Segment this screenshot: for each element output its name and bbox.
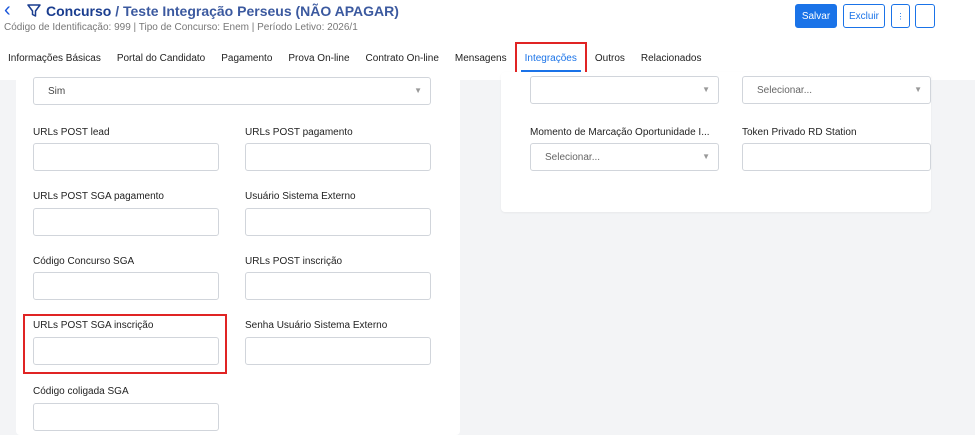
urls-post-lead-label: URLs POST lead [33, 127, 110, 138]
codigo-concurso-sga-label: Código Concurso SGA [33, 256, 135, 267]
urls-post-sga-pagamento-label: URLs POST SGA pagamento [33, 191, 164, 202]
page-subtitle: Código de Identificação: 999 | Tipo de C… [4, 22, 358, 33]
page-header: ‹ Concurso / Teste Integração Perseus (N… [0, 0, 975, 80]
momento-marcacao-label: Momento de Marcação Oportunidade I... [530, 127, 710, 138]
codigo-concurso-sga-input[interactable] [33, 272, 219, 300]
urls-post-inscricao-label: URLs POST inscrição [245, 256, 343, 267]
chevron-down-icon: ▼ [702, 85, 710, 94]
filter-icon [27, 4, 41, 17]
more-options-button[interactable]: ⋮ [891, 4, 910, 28]
urls-post-lead-input[interactable] [33, 143, 219, 171]
chevron-down-icon: ▼ [914, 85, 922, 94]
tab-portal-do-candidato[interactable]: Portal do Candidato [109, 44, 213, 74]
codigo-coligada-sga-label: Código coligada SGA [33, 386, 129, 397]
page-title-record: / Teste Integração Perseus (NÃO APAGAR) [111, 3, 399, 19]
extra-action-button[interactable] [915, 4, 935, 28]
top-select-value: Sim [48, 85, 66, 97]
usuario-sistema-externo-input[interactable] [245, 208, 431, 236]
save-button[interactable]: Salvar [795, 4, 837, 28]
tab-pagamento[interactable]: Pagamento [213, 44, 280, 74]
chevron-down-icon: ▼ [702, 152, 710, 161]
token-rd-station-input[interactable] [742, 143, 931, 171]
chevron-left-icon[interactable]: ‹ [4, 0, 11, 20]
chevron-down-icon: ▼ [414, 86, 422, 95]
urls-post-sga-pagamento-input[interactable] [33, 208, 219, 236]
usuario-sistema-externo-label: Usuário Sistema Externo [245, 191, 356, 202]
tab-integracoes[interactable]: Integrações [514, 42, 587, 76]
momento-marcacao-placeholder: Selecionar... [545, 151, 601, 163]
tab-informacoes-basicas[interactable]: Informações Básicas [0, 44, 109, 74]
delete-button[interactable]: Excluir [843, 4, 885, 28]
tab-relacionados[interactable]: Relacionados [633, 44, 710, 74]
top-right-select[interactable]: Selecionar... ▼ [742, 76, 931, 104]
tab-contrato-online[interactable]: Contrato On-line [358, 44, 447, 74]
top-right-select-placeholder: Selecionar... [757, 84, 813, 96]
tab-prova-online[interactable]: Prova On-line [280, 44, 357, 74]
tab-mensagens[interactable]: Mensagens [447, 44, 515, 74]
urls-post-sga-inscricao-input[interactable] [33, 337, 219, 365]
page-title: Concurso / Teste Integração Perseus (NÃO… [46, 2, 399, 20]
urls-post-sga-inscricao-label: URLs POST SGA inscrição [33, 320, 154, 331]
senha-usuario-sistema-externo-input[interactable] [245, 337, 431, 365]
page-title-entity: Concurso [46, 3, 112, 19]
top-select[interactable]: Sim ▼ [33, 77, 431, 105]
tab-outros[interactable]: Outros [587, 44, 633, 74]
urls-post-pagamento-label: URLs POST pagamento [245, 127, 353, 138]
tab-bar: Informações Básicas Portal do Candidato … [0, 42, 710, 76]
urls-post-pagamento-input[interactable] [245, 143, 431, 171]
momento-marcacao-select[interactable]: Selecionar... ▼ [530, 143, 719, 171]
urls-post-inscricao-input[interactable] [245, 272, 431, 300]
senha-usuario-sistema-externo-label: Senha Usuário Sistema Externo [245, 320, 388, 331]
codigo-coligada-sga-input[interactable] [33, 403, 219, 431]
token-rd-station-label: Token Privado RD Station [742, 127, 857, 138]
top-left-right-select[interactable]: ▼ [530, 76, 719, 104]
